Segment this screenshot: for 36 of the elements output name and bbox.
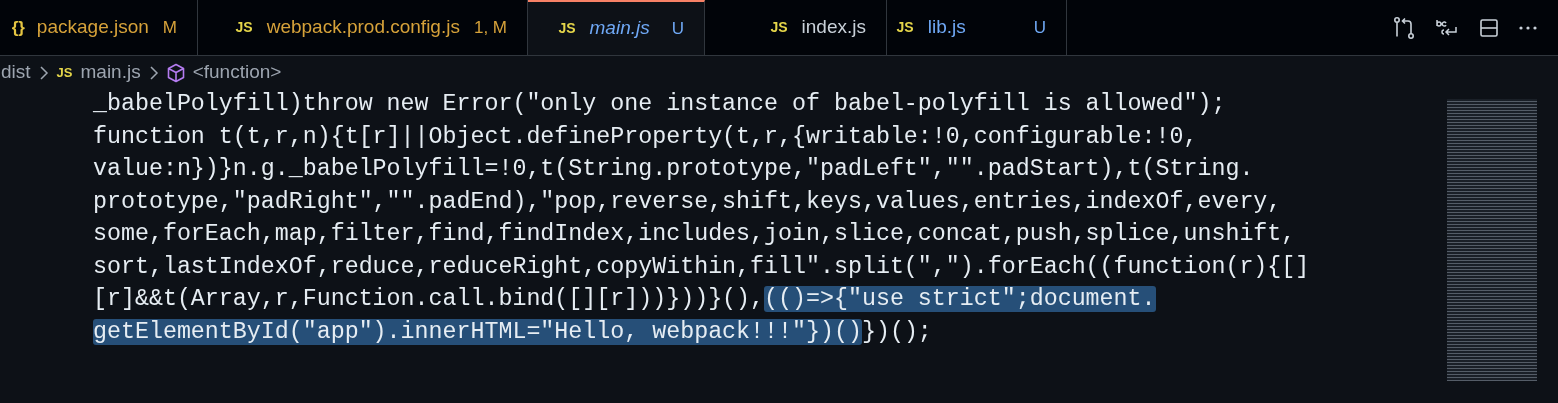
git-status: U (1033, 16, 1046, 39)
git-status: U (671, 17, 684, 40)
tab-label: webpack.prod.config.js (266, 15, 460, 40)
split-editor-icon[interactable] (1478, 16, 1500, 39)
code-text: sort,lastIndexOf,reduce,reduceRight,copyWithin,fill".split(",").forEach((function(r){[] (93, 253, 1310, 280)
code-text: value:n})}n.g._babelPolyfill=!0,t(String.prototype,"padLeft","".padStart),t(String. (93, 156, 1254, 182)
code-text: [r]&&t(Array,r,Function.call.bind([][r]))}))}(), (93, 286, 765, 312)
js-icon: JS (558, 18, 576, 39)
code-text: })(); (861, 318, 932, 345)
code-text: function t(t,r,n){t[r]||Object.defineProperty(t,r,{writable:!0,configurable:!0, (93, 123, 1198, 150)
tab-label: lib.js (927, 15, 966, 40)
code-text: prototype,"padRight","".padEnd),"pop,reverse,shift,keys,values,entries,indexOf,every, (93, 188, 1282, 215)
git-status: 1, M (473, 16, 507, 39)
selected-code-text: getElementById("app").innerHTML="Hello, webpack!!!"})() (93, 318, 862, 345)
compare-changes-icon[interactable] (1392, 15, 1416, 40)
js-icon: JS (770, 17, 788, 38)
js-icon: JS (235, 17, 253, 38)
code-text: some,forEach,map,filter,find,findIndex,includes,join,slice,concat,push,splice,unshift, (93, 221, 1296, 247)
minimap[interactable] (1447, 99, 1537, 381)
braces-icon: {} (11, 14, 25, 41)
breadcrumb-item[interactable]: dist (1, 58, 31, 87)
chevron-right-icon (38, 65, 49, 80)
breadcrumb-item[interactable]: <function> (192, 58, 282, 87)
code-text: _babelPolyfill)throw new Error("only one instance of babel-polyfill is allowed"); (93, 91, 1226, 117)
more-icon[interactable] (1518, 24, 1538, 31)
tab-label: index.js (801, 15, 866, 40)
breadcrumb-item[interactable]: main.js (80, 58, 141, 87)
tab-label: package.json (36, 15, 149, 40)
tab-label: main.js (589, 16, 650, 41)
js-icon: JS (896, 17, 914, 38)
selected-code-text: (()=>{"use strict";document. (764, 286, 1156, 312)
editor-tab[interactable]: JS main.js U (528, 0, 705, 55)
chevron-right-icon (148, 65, 159, 80)
js-icon: JS (56, 62, 73, 83)
git-status: M (162, 16, 177, 39)
cube-icon (166, 62, 185, 83)
